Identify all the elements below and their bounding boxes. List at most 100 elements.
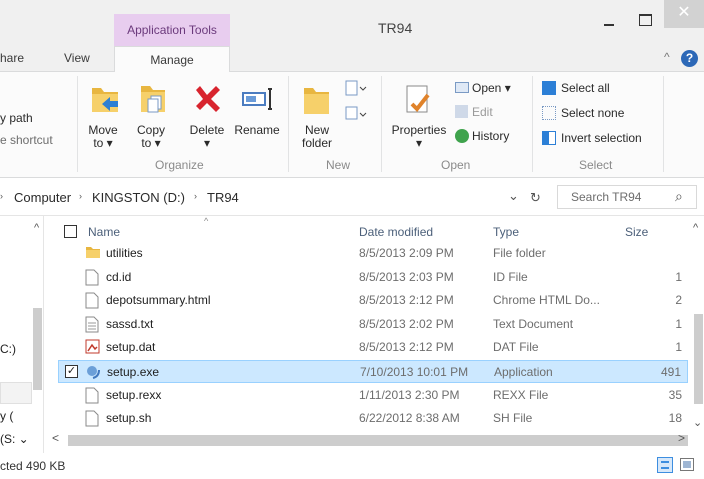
file-row[interactable]: setup.dat 8/5/2013 2:12 PM DAT File 1 <box>58 336 688 359</box>
column-header-size[interactable]: Size <box>625 225 648 239</box>
breadcrumb-folder[interactable]: TR94 <box>207 190 239 205</box>
tab-manage[interactable]: Manage <box>114 46 230 73</box>
separator <box>77 76 78 172</box>
file-size: 491 <box>660 365 681 379</box>
maximize-button[interactable] <box>632 10 658 30</box>
open-button[interactable]: Open ▾ <box>455 81 511 95</box>
breadcrumb-separator[interactable]: › <box>194 191 197 201</box>
search-icon[interactable]: ⌕ <box>675 188 683 205</box>
help-icon[interactable]: ? <box>681 50 698 67</box>
window-title: TR94 <box>378 20 413 36</box>
file-row[interactable]: sassd.txt 8/5/2013 2:02 PM Text Document 1 <box>58 313 688 336</box>
ribbon-collapse-button[interactable]: ^ <box>664 50 670 64</box>
details-view-button[interactable] <box>657 457 673 473</box>
column-header-name[interactable]: Name <box>88 225 120 239</box>
select-none-button[interactable]: Select none <box>542 106 624 120</box>
rename-icon <box>242 88 272 110</box>
file-row[interactable]: depotsummary.html 8/5/2013 2:12 PM Chrome … <box>58 289 688 312</box>
new-item-icon[interactable] <box>343 78 367 98</box>
file-name: sassd.txt <box>106 316 154 331</box>
select-all-checkbox[interactable] <box>64 225 77 238</box>
select-none-icon <box>542 106 556 120</box>
tab-share[interactable]: hare <box>0 51 24 65</box>
select-all-button[interactable]: Select all <box>542 81 610 95</box>
delete-x-icon <box>196 86 220 112</box>
file-name: setup.sh <box>106 411 152 426</box>
address-dropdown-icon[interactable]: ⌄ <box>508 188 519 204</box>
separator <box>663 76 664 172</box>
file-row[interactable]: cd.id 8/5/2013 2:03 PM ID File 1 <box>58 266 688 289</box>
details-view-icon <box>661 461 669 469</box>
open-label: Open ▾ <box>472 81 511 95</box>
file-date: 8/5/2013 2:02 PM <box>359 316 454 331</box>
file-name: depotsummary.html <box>106 293 211 308</box>
close-button[interactable]: ✕ <box>664 0 704 28</box>
nav-item-highlight[interactable] <box>0 382 32 404</box>
open-icon <box>455 82 469 93</box>
breadcrumb-separator[interactable]: › <box>79 191 82 201</box>
scroll-down-button[interactable]: ⌄ <box>693 416 702 429</box>
file-type: Application <box>494 365 553 379</box>
nav-scrollbar-thumb[interactable] <box>33 308 42 390</box>
navigation-pane: ^ C:) y ( (S: ⌄ <box>0 216 44 453</box>
file-name: setup.rexx <box>106 387 162 402</box>
copy-path-button[interactable]: y path <box>0 111 33 125</box>
scroll-left-button[interactable]: < <box>52 431 59 445</box>
invert-selection-icon <box>542 131 556 145</box>
horizontal-scrollbar[interactable]: < > <box>44 431 704 448</box>
file-name: cd.id <box>106 269 132 284</box>
file-date: 1/11/2013 2:30 PM <box>359 387 460 402</box>
properties-icon <box>406 85 430 113</box>
file-row[interactable]: utilities 8/5/2013 2:09 PM File folder <box>58 242 688 265</box>
easy-access-icon[interactable] <box>343 104 367 124</box>
file-size: 35 <box>668 387 682 402</box>
file-name: utilities <box>106 246 143 260</box>
minimize-button[interactable] <box>596 10 622 30</box>
row-checkbox[interactable]: ✓ <box>65 365 78 378</box>
nav-item-partial[interactable]: y ( <box>0 409 13 423</box>
large-icons-view-button[interactable] <box>680 458 694 471</box>
horizontal-scrollbar-thumb[interactable] <box>68 435 688 446</box>
search-input[interactable]: Search TR94 ⌕ <box>557 185 697 209</box>
status-bar: cted 490 KB <box>0 453 704 479</box>
group-label-open: Open <box>441 158 471 172</box>
history-icon <box>455 129 469 143</box>
large-icons-view-icon <box>683 461 691 468</box>
file-icon <box>85 387 99 407</box>
context-tab-header: Application Tools <box>114 14 230 46</box>
breadcrumb-drive[interactable]: KINGSTON (D:) <box>92 190 185 205</box>
file-row[interactable]: setup.rexx 1/11/2013 2:30 PM REXX File 35 <box>58 384 688 407</box>
file-date: 8/5/2013 2:09 PM <box>359 246 454 260</box>
paste-shortcut-button[interactable]: e shortcut <box>0 133 53 147</box>
file-type: Chrome HTML Do... <box>493 293 600 308</box>
refresh-icon[interactable]: ↻ <box>530 190 541 206</box>
tab-view[interactable]: View <box>64 51 90 65</box>
nav-item-drive-c[interactable]: C:) <box>0 342 16 356</box>
scroll-up-button[interactable]: ^ <box>693 222 698 234</box>
file-icon <box>85 269 99 289</box>
file-row[interactable]: setup.sh 6/22/2012 8:38 AM SH File 18 <box>58 407 688 430</box>
history-button[interactable]: History <box>455 129 509 143</box>
ribbon-tabs: hare View ^ ? <box>0 46 704 72</box>
edit-button[interactable]: Edit <box>455 105 493 119</box>
file-row[interactable]: ✓ setup.exe 7/10/2013 10:01 PM Application 4… <box>58 360 688 383</box>
invert-selection-button[interactable]: Invert selection <box>542 131 642 145</box>
properties-dropdown-arrow[interactable]: ▾ <box>388 137 450 150</box>
file-type: ID File <box>493 269 528 284</box>
nav-item-partial-2[interactable]: (S: ⌄ <box>0 432 29 446</box>
group-label-select: Select <box>579 158 613 172</box>
nav-scroll-up[interactable]: ^ <box>34 222 39 234</box>
scroll-right-button[interactable]: > <box>678 431 685 445</box>
column-header-type[interactable]: Type <box>493 225 519 239</box>
search-placeholder: Search TR94 <box>571 190 642 204</box>
delete-dropdown-arrow[interactable]: ▾ <box>184 137 230 150</box>
status-text: cted 490 KB <box>0 459 66 473</box>
column-header-date[interactable]: Date modified <box>359 225 433 239</box>
file-date: 8/5/2013 2:03 PM <box>359 269 454 284</box>
file-name: setup.dat <box>106 340 156 355</box>
vertical-scrollbar-thumb[interactable] <box>694 314 703 404</box>
file-icon <box>85 410 99 430</box>
vertical-scrollbar[interactable]: ^ ⌄ <box>693 222 703 429</box>
select-none-label: Select none <box>561 106 625 120</box>
breadcrumb-computer[interactable]: Computer <box>14 190 71 205</box>
